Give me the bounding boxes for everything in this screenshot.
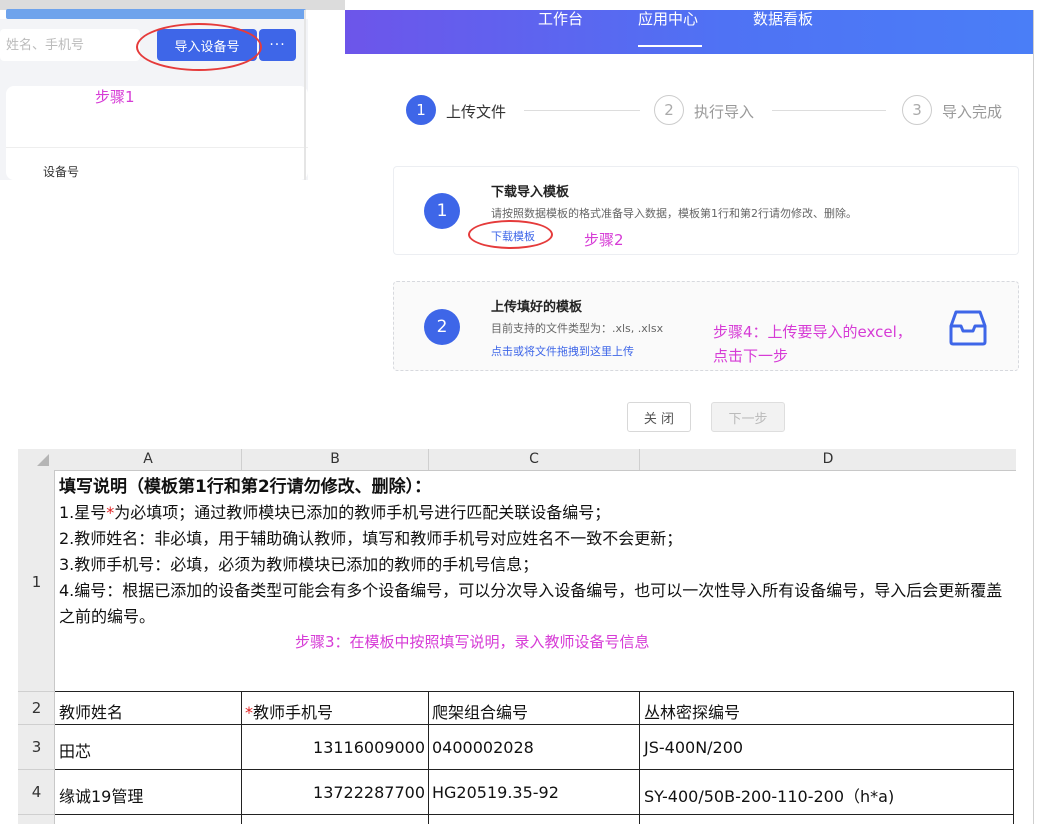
grid-line (55, 691, 1014, 692)
annotation-step2: 步骤2 (584, 231, 624, 249)
grid-line (55, 724, 1014, 725)
instructions-cell[interactable]: 填写说明（模板第1行和第2行请勿修改、删除）： 1.星号*为必填项；通过教师模块… (59, 474, 1014, 630)
row-header-4[interactable]: 4 (18, 783, 55, 801)
card-2-number: 2 (424, 309, 460, 345)
instructions-line3: 3.教师手机号：必填，必须为教师模块已添加的教师的手机号信息； (59, 555, 539, 574)
instructions-line1: 1.星号*为必填项；通过教师模块已添加的教师手机号进行匹配关联设备编号； (59, 500, 1014, 526)
column-header-d[interactable]: D (640, 449, 1016, 470)
card-2-description: 目前支持的文件类型为：.xls, .xlsx (491, 322, 664, 335)
grid-line (241, 691, 242, 824)
instructions-line2: 2.教师姓名：非必填，用于辅助确认教师，填写和教师手机号对应姓名不一致不会更新； (59, 529, 683, 548)
next-step-button[interactable]: 下一步 (711, 402, 785, 432)
upload-link[interactable]: 点击或将文件拖拽到这里上传 (491, 343, 634, 359)
column-header-c[interactable]: C (429, 449, 640, 470)
close-button[interactable]: 关 闭 (627, 402, 691, 432)
annotation-step1: 步骤1 (95, 88, 135, 106)
row-header-2[interactable]: 2 (18, 699, 55, 717)
window-frame (1033, 10, 1034, 824)
column-header-a[interactable]: A (55, 449, 242, 470)
annotation-step4-line2: 点击下一步 (713, 347, 789, 365)
header-phone-label: 教师手机号 (253, 703, 334, 722)
cell-jungle[interactable]: JS-400N/200 (644, 738, 743, 757)
header-jungle-code[interactable]: 丛林密探编号 (644, 699, 740, 723)
row-divider (18, 724, 55, 725)
cell-name[interactable]: 缘诚19管理 (59, 783, 143, 807)
step-2-label: 执行导入 (694, 103, 755, 121)
nav-item-workbench[interactable]: 工作台 (538, 8, 583, 29)
card-1-number: 1 (424, 193, 460, 229)
upload-template-dropzone[interactable] (393, 281, 1019, 371)
panel-edge (304, 10, 306, 180)
row-divider (18, 769, 55, 770)
table-divider (6, 147, 308, 148)
row-header-bar (18, 470, 55, 824)
column-header-device: 设备号 (43, 165, 80, 179)
cell-climb[interactable]: HG20519.35-92 (432, 783, 559, 802)
progress-strip (6, 9, 306, 19)
cell-phone[interactable]: 13722287700 (245, 783, 425, 802)
more-button[interactable]: ··· (259, 29, 296, 61)
step-3-circle: 3 (902, 95, 932, 125)
step-1-circle: 1 (406, 95, 436, 125)
instructions-title: 填写说明（模板第1行和第2行请勿修改、删除）： (59, 477, 432, 497)
inbox-icon[interactable] (948, 309, 988, 347)
line1-text: 为必填项；通过教师模块已添加的教师手机号进行匹配关联设备编号； (114, 503, 611, 522)
select-all-corner[interactable] (37, 454, 49, 466)
instructions-line4: 4.编号：根据已添加的设备类型可能会有多个设备编号，可以分次导入设备编号，也可以… (59, 581, 1003, 626)
annotation-circle-import (136, 23, 262, 71)
line1-prefix: 1.星号 (59, 503, 107, 522)
header-teacher-name[interactable]: 教师姓名 (59, 699, 123, 723)
grid-line (1013, 691, 1014, 824)
cell-name[interactable]: 田芯 (59, 738, 91, 762)
nav-item-app-center[interactable]: 应用中心 (638, 8, 698, 29)
cell-jungle[interactable]: SY-400/50B-200-110-200（h*a) (644, 783, 894, 807)
annotation-step3: 步骤3：在模板中按照填写说明，录入教师设备号信息 (295, 633, 650, 651)
card-1-title: 下载导入模板 (491, 185, 570, 200)
row-divider (18, 814, 55, 815)
nav-item-dashboard[interactable]: 数据看板 (753, 8, 813, 29)
annotation-circle-download (468, 220, 553, 249)
annotation-step4-line1: 步骤4：上传要导入的excel， (713, 323, 912, 341)
step-3-label: 导入完成 (942, 103, 1003, 121)
grid-line (428, 691, 429, 824)
row-divider (18, 691, 55, 692)
card-2-title: 上传填好的模板 (491, 300, 583, 315)
card-1-description: 请按照数据模板的格式准备导入数据，模板第1行和第2行请勿修改、删除。 (491, 207, 857, 220)
step-1-label: 上传文件 (446, 103, 507, 121)
step-2-circle: 2 (654, 95, 684, 125)
step-connector (524, 110, 640, 111)
search-input[interactable] (0, 29, 140, 61)
row-header-1[interactable]: 1 (18, 573, 55, 591)
grid-line (55, 814, 1014, 815)
required-star: * (245, 703, 253, 722)
nav-active-indicator (638, 45, 702, 47)
header-teacher-phone[interactable]: *教师手机号 (245, 699, 333, 723)
row-header-3[interactable]: 3 (18, 738, 55, 756)
cell-climb[interactable]: 0400002028 (432, 738, 534, 757)
header-climb-code[interactable]: 爬架组合编号 (432, 699, 528, 723)
cell-phone[interactable]: 13116009000 (245, 738, 425, 757)
grid-line (639, 691, 640, 824)
column-header-b[interactable]: B (242, 449, 429, 470)
step-connector (772, 110, 886, 111)
grid-line (55, 769, 1014, 770)
